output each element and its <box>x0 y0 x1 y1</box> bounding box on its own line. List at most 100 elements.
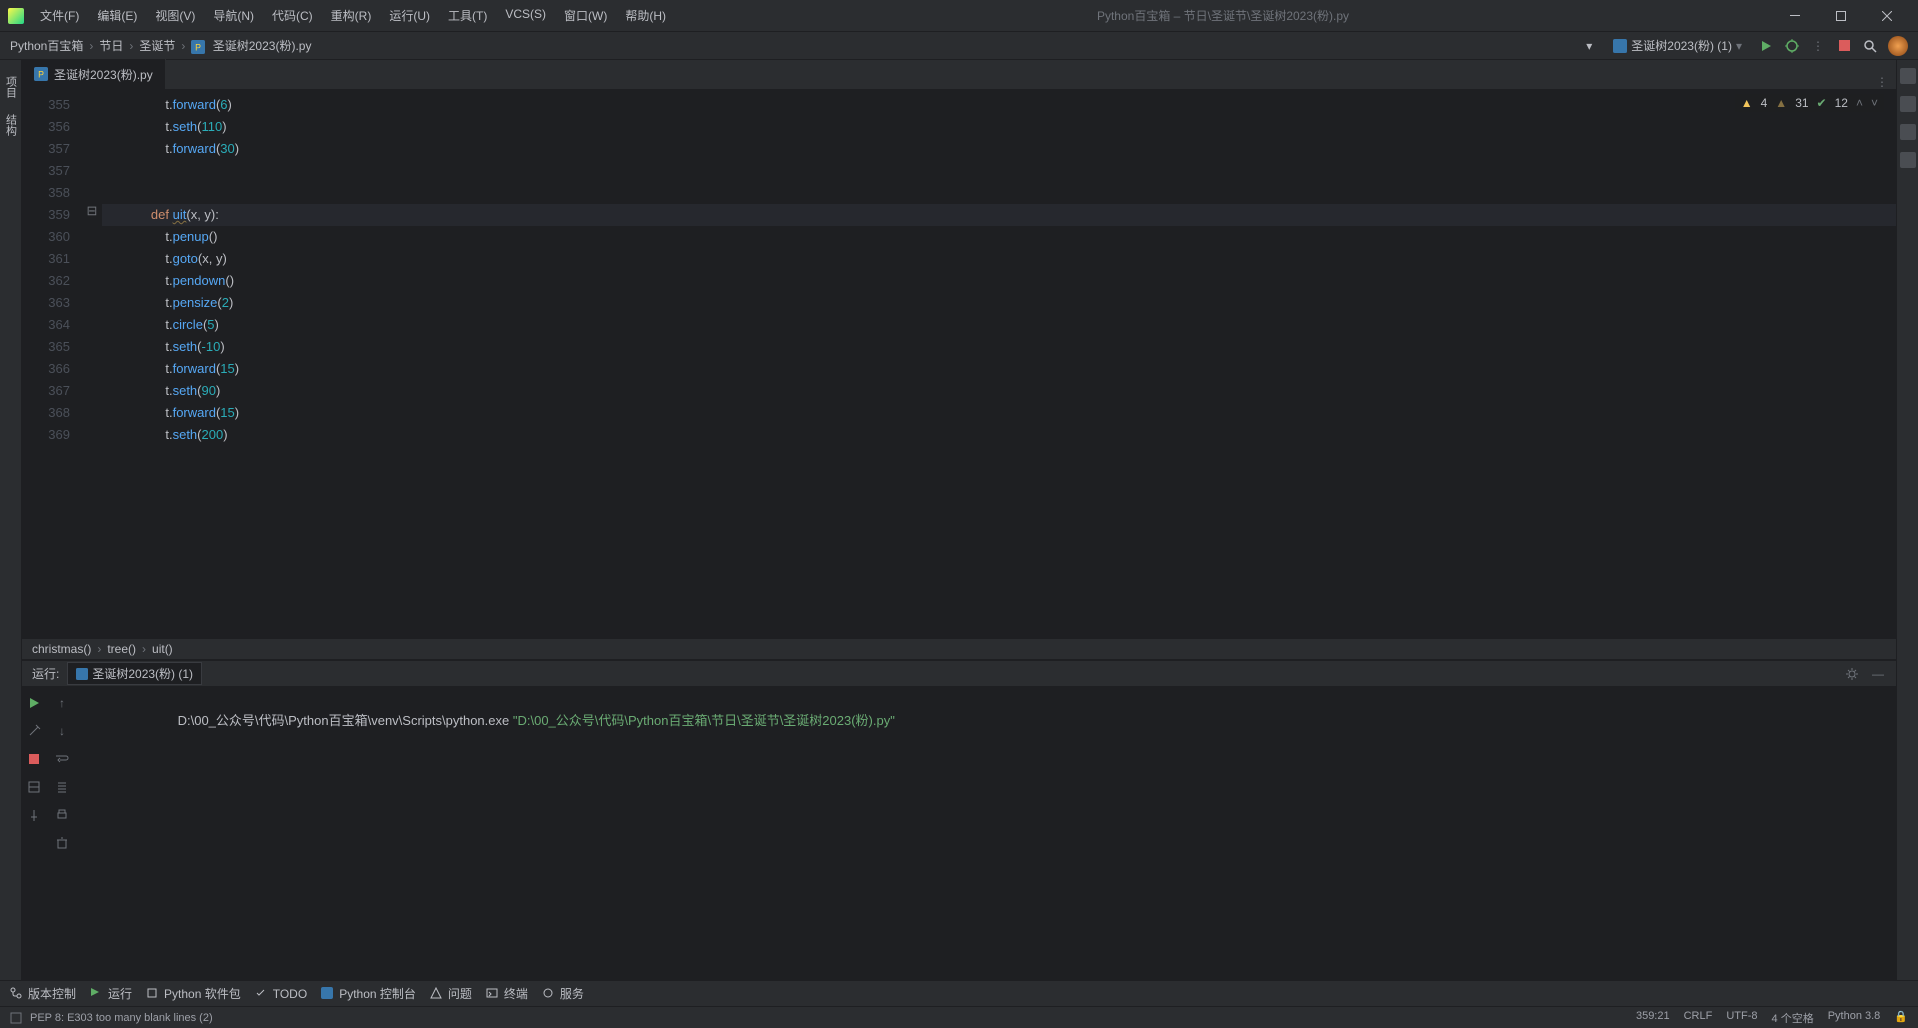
vcs-tool-tab[interactable]: 版本控制 <box>10 985 76 1002</box>
modify-run-config-icon[interactable] <box>24 721 44 741</box>
down-stack-icon[interactable]: ↓ <box>52 721 72 741</box>
minimize-button[interactable] <box>1772 0 1818 32</box>
warning-icon: ▲ <box>1741 96 1753 110</box>
console-output[interactable]: D:\00_公众号\代码\Python百宝箱\venv\Scripts\pyth… <box>74 687 1896 980</box>
left-tool-stripe: 项目 结构 <box>0 60 22 980</box>
python-file-icon: P <box>191 40 205 54</box>
layout-icon[interactable] <box>24 777 44 797</box>
window-title: Python百宝箱 – 节日\圣诞节\圣诞树2023(粉).py <box>674 7 1772 24</box>
plots-icon[interactable] <box>1900 152 1916 168</box>
print-icon[interactable] <box>52 805 72 825</box>
breadcrumb-sep: › <box>89 39 93 53</box>
menu-tools[interactable]: 工具(T) <box>440 3 495 28</box>
debug-button[interactable] <box>1784 38 1800 54</box>
database-icon[interactable] <box>1900 96 1916 112</box>
project-tool-tab[interactable]: 项目 <box>1 68 21 106</box>
line-separator[interactable]: CRLF <box>1684 1010 1713 1026</box>
stop-process-button[interactable] <box>24 749 44 769</box>
code-editor[interactable]: 3553563573573583593603613623633643653663… <box>22 90 1896 638</box>
next-highlight-icon[interactable]: ˅ <box>1871 96 1878 110</box>
stop-button[interactable] <box>1836 38 1852 54</box>
run-button[interactable] <box>1758 38 1774 54</box>
crumb-func[interactable]: tree() <box>107 642 136 656</box>
status-bar: PEP 8: E303 too many blank lines (2) 359… <box>0 1006 1918 1028</box>
notifications-icon[interactable] <box>1900 68 1916 84</box>
line-number-gutter: 3553563573573583593603613623633643653663… <box>22 90 82 638</box>
up-stack-icon[interactable]: ↑ <box>52 693 72 713</box>
indent-setting[interactable]: 4 个空格 <box>1772 1010 1814 1026</box>
menu-run[interactable]: 运行(U) <box>381 3 438 28</box>
breadcrumb-folder1[interactable]: 节日 <box>99 37 123 54</box>
fold-gutter[interactable]: ⊟ <box>82 90 102 638</box>
run-config-selector[interactable]: 圣诞树2023(粉) (1) ▾ <box>1607 35 1748 56</box>
console-line: D:\00_公众号\代码\Python百宝箱\venv\Scripts\pyth… <box>178 713 895 728</box>
clear-all-icon[interactable] <box>52 833 72 853</box>
problems-tool-tab[interactable]: 问题 <box>430 985 472 1002</box>
close-button[interactable] <box>1864 0 1910 32</box>
terminal-tool-tab[interactable]: 终端 <box>486 985 528 1002</box>
caret-position[interactable]: 359:21 <box>1636 1010 1670 1026</box>
terminal-icon <box>486 987 500 1001</box>
python-console-tab[interactable]: Python 控制台 <box>321 985 416 1002</box>
svg-text:P: P <box>38 70 44 80</box>
menu-view[interactable]: 视图(V) <box>147 3 203 28</box>
settings-icon[interactable] <box>1844 666 1860 682</box>
inspections-widget[interactable]: ▲4 ▲31 ✔12 ˄ ˅ <box>1735 94 1884 112</box>
services-tool-tab[interactable]: 服务 <box>542 985 584 1002</box>
run-panel-tab[interactable]: 圣诞树2023(粉) (1) <box>67 662 202 685</box>
avatar[interactable] <box>1888 36 1908 56</box>
todo-tool-tab[interactable]: TODO <box>255 987 307 1001</box>
hide-panel-icon[interactable]: — <box>1870 666 1886 682</box>
crumb-func[interactable]: uit() <box>152 642 173 656</box>
run-tool-window: 运行: 圣诞树2023(粉) (1) — <box>22 660 1896 980</box>
right-tool-stripe <box>1896 60 1918 980</box>
code-content[interactable]: t.forward(6) t.seth(110) t.forward(30) d… <box>102 90 1896 638</box>
status-icon <box>10 1012 22 1024</box>
tab-label: 圣诞树2023(粉).py <box>54 66 153 83</box>
menu-vcs[interactable]: VCS(S) <box>497 3 554 28</box>
package-icon <box>146 987 160 1001</box>
menu-help[interactable]: 帮助(H) <box>617 3 674 28</box>
run-panel-header: 运行: 圣诞树2023(粉) (1) — <box>22 661 1896 687</box>
sciview-icon[interactable] <box>1900 124 1916 140</box>
breadcrumb-folder2[interactable]: 圣诞节 <box>139 37 175 54</box>
search-icon[interactable] <box>1862 38 1878 54</box>
interpreter[interactable]: Python 3.8 <box>1828 1010 1881 1026</box>
menu-navigate[interactable]: 导航(N) <box>205 3 262 28</box>
python-file-icon <box>1613 39 1627 53</box>
menu-file[interactable]: 文件(F) <box>32 3 87 28</box>
rerun-button[interactable] <box>24 693 44 713</box>
menu-code[interactable]: 代码(C) <box>264 3 321 28</box>
prev-highlight-icon[interactable]: ˄ <box>1856 96 1863 110</box>
svg-text:P: P <box>195 42 201 52</box>
more-run-icon[interactable]: ⋮ <box>1810 38 1826 54</box>
tabs-more-icon[interactable]: ⋮ <box>1868 75 1896 89</box>
file-encoding[interactable]: UTF-8 <box>1726 1010 1757 1026</box>
run-tool-tab[interactable]: 运行 <box>90 985 132 1002</box>
menu-edit[interactable]: 编辑(E) <box>89 3 145 28</box>
python-file-icon <box>76 668 88 680</box>
run-toolbar: ↑ ↓ <box>22 687 74 980</box>
scroll-to-end-icon[interactable] <box>52 777 72 797</box>
breadcrumb-sep: › <box>181 39 185 53</box>
breadcrumb-file[interactable]: P 圣诞树2023(粉).py <box>191 37 311 54</box>
pin-tab-icon[interactable] <box>24 805 44 825</box>
window-controls <box>1772 0 1910 32</box>
crumb-func[interactable]: christmas() <box>32 642 91 656</box>
weak-warning-count: 31 <box>1795 96 1808 110</box>
packages-tool-tab[interactable]: Python 软件包 <box>146 985 241 1002</box>
soft-wrap-icon[interactable] <box>52 749 72 769</box>
breadcrumb-project[interactable]: Python百宝箱 <box>10 37 83 54</box>
editor-tab[interactable]: P 圣诞树2023(粉).py <box>22 59 166 89</box>
todo-icon <box>255 987 269 1001</box>
title-bar: 文件(F) 编辑(E) 视图(V) 导航(N) 代码(C) 重构(R) 运行(U… <box>0 0 1918 32</box>
reader-mode-icon[interactable]: 🔒 <box>1894 1010 1908 1026</box>
structure-tool-tab[interactable]: 结构 <box>1 106 21 144</box>
status-message[interactable]: PEP 8: E303 too many blank lines (2) <box>30 1012 213 1024</box>
add-config-icon[interactable]: ▾ <box>1581 38 1597 54</box>
menu-refactor[interactable]: 重构(R) <box>323 3 380 28</box>
branch-icon <box>10 987 24 1001</box>
menu-window[interactable]: 窗口(W) <box>556 3 615 28</box>
run-panel-label: 运行: <box>32 665 59 682</box>
maximize-button[interactable] <box>1818 0 1864 32</box>
